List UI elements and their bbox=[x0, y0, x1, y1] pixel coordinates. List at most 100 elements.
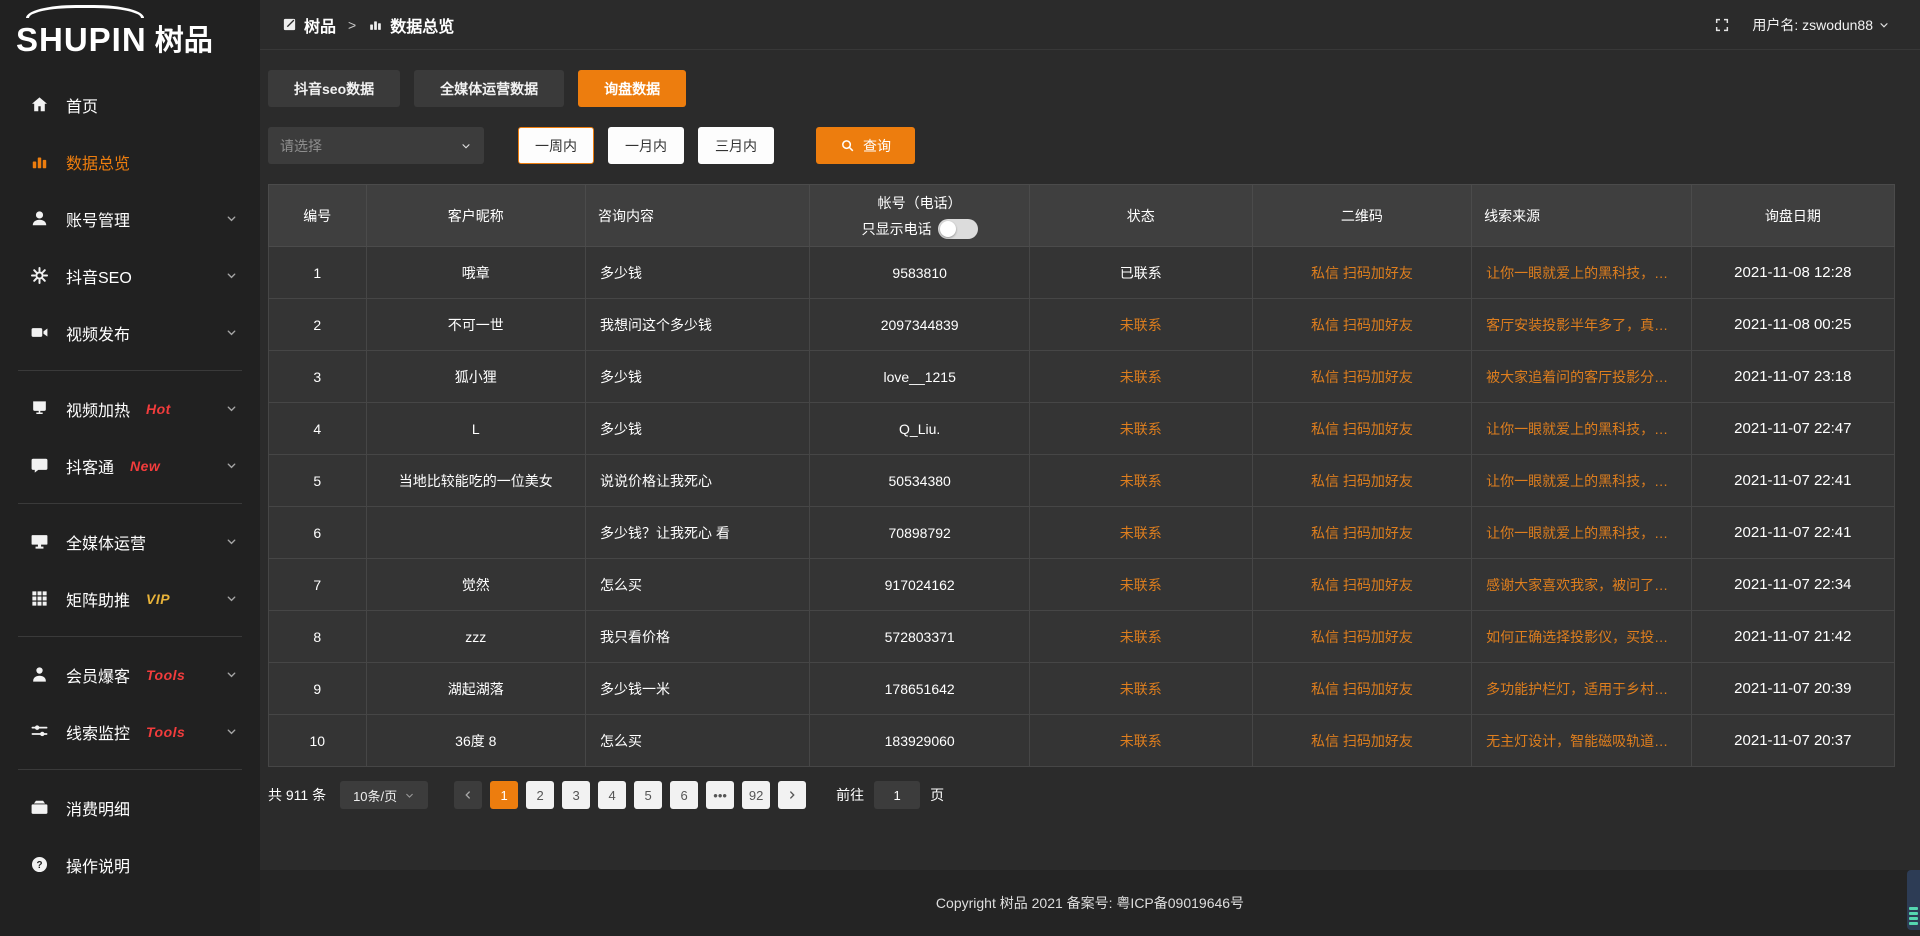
column-header-account-title: 帐号（电话） bbox=[822, 193, 1017, 213]
chevron-down-icon bbox=[225, 402, 238, 415]
page-button-3[interactable]: 3 bbox=[562, 781, 590, 809]
sidebar-item-lead-monitoring[interactable]: 线索监控Tools bbox=[0, 703, 260, 760]
page-button-92[interactable]: 92 bbox=[742, 781, 770, 809]
sidebar-item-account-management[interactable]: 账号管理 bbox=[0, 190, 260, 247]
breadcrumb-separator: > bbox=[348, 17, 356, 33]
column-header-status: 状态 bbox=[1029, 185, 1252, 247]
query-button-label: 查询 bbox=[863, 136, 891, 156]
sidebar-item-data-overview[interactable]: 数据总览 bbox=[0, 133, 260, 190]
search-icon bbox=[840, 138, 855, 153]
prev-page-button[interactable] bbox=[454, 781, 482, 809]
next-page-button[interactable] bbox=[778, 781, 806, 809]
cell-qrcode[interactable]: 私信 扫码加好友 bbox=[1252, 663, 1472, 715]
cell-source[interactable]: 被大家追着问的客厅投影分享... bbox=[1472, 351, 1692, 403]
goto-page-input[interactable] bbox=[874, 781, 920, 809]
page-button-4[interactable]: 4 bbox=[598, 781, 626, 809]
page-ellipsis-button[interactable]: ••• bbox=[706, 781, 734, 809]
goto-label: 前往 bbox=[836, 785, 864, 805]
cell-nickname: 狐小狸 bbox=[366, 351, 586, 403]
page-button-2[interactable]: 2 bbox=[526, 781, 554, 809]
cell-source[interactable]: 让你一眼就爱上的黑科技，能... bbox=[1472, 507, 1692, 559]
sidebar-item-consumption-detail[interactable]: 消费明细 bbox=[0, 779, 260, 836]
cell-qrcode[interactable]: 私信 扫码加好友 bbox=[1252, 351, 1472, 403]
main-column: 树品 > 数据总览 用户名: zswodun88 抖音seo数据 全媒体运营数据… bbox=[260, 0, 1920, 936]
sidebar-item-label: 视频发布 bbox=[66, 321, 130, 345]
cell-nickname: 36度 8 bbox=[366, 715, 586, 767]
sidebar-item-member-baoke[interactable]: 会员爆客Tools bbox=[0, 646, 260, 703]
range-one-month-button[interactable]: 一月内 bbox=[608, 127, 684, 164]
cell-date: 2021-11-07 20:39 bbox=[1691, 663, 1894, 715]
phone-only-toggle[interactable] bbox=[938, 219, 978, 239]
cell-qrcode[interactable]: 私信 扫码加好友 bbox=[1252, 403, 1472, 455]
tab-inquiry-data[interactable]: 询盘数据 bbox=[578, 70, 686, 107]
cell-qrcode[interactable]: 私信 扫码加好友 bbox=[1252, 715, 1472, 767]
user-icon bbox=[30, 209, 49, 228]
sidebar: SHUPIN 树品 首页数据总览账号管理抖音SEO 视频发布视频加热Hot抖客通N… bbox=[0, 0, 260, 936]
page-button-6[interactable]: 6 bbox=[670, 781, 698, 809]
cell-status: 未联系 bbox=[1029, 507, 1252, 559]
cell-status: 未联系 bbox=[1029, 715, 1252, 767]
cell-date: 2021-11-07 20:37 bbox=[1691, 715, 1894, 767]
cell-status: 未联系 bbox=[1029, 403, 1252, 455]
cell-nickname: 觉然 bbox=[366, 559, 586, 611]
sidebar-item-douyin-seo[interactable]: 抖音SEO bbox=[0, 247, 260, 304]
sidebar-item-operation-guide[interactable]: ?操作说明 bbox=[0, 836, 260, 893]
tab-omnimedia-data[interactable]: 全媒体运营数据 bbox=[414, 70, 564, 107]
cell-source[interactable]: 如何正确选择投影仪，买投影... bbox=[1472, 611, 1692, 663]
chevron-right-icon bbox=[786, 789, 798, 801]
tab-douyin-seo-data[interactable]: 抖音seo数据 bbox=[268, 70, 400, 107]
cell-source[interactable]: 让你一眼就爱上的黑科技，能... bbox=[1472, 455, 1692, 507]
chevron-down-icon bbox=[225, 725, 238, 738]
sidebar-item-video-publish[interactable]: 视频发布 bbox=[0, 304, 260, 361]
cell-source[interactable]: 多功能护栏灯，适用于乡村文... bbox=[1472, 663, 1692, 715]
table-header-row: 编号 客户昵称 咨询内容 帐号（电话） 只显示电话 状态 二维码 线索来源 bbox=[269, 185, 1895, 247]
user-menu[interactable]: 用户名: zswodun88 bbox=[1752, 15, 1890, 35]
cell-status: 未联系 bbox=[1029, 299, 1252, 351]
cell-source[interactable]: 客厅安装投影半年多了，真实... bbox=[1472, 299, 1692, 351]
floating-widget[interactable] bbox=[1907, 870, 1920, 930]
cell-content: 怎么买 bbox=[586, 559, 810, 611]
topbar-right: 用户名: zswodun88 bbox=[1714, 15, 1890, 35]
fullscreen-icon[interactable] bbox=[1714, 17, 1730, 33]
cell-no: 3 bbox=[269, 351, 367, 403]
monitor-icon bbox=[30, 532, 49, 551]
cell-source[interactable]: 让你一眼就爱上的黑科技，能... bbox=[1472, 403, 1692, 455]
sidebar-divider bbox=[18, 503, 242, 504]
filter-select[interactable]: 请选择 bbox=[268, 127, 484, 164]
cell-source[interactable]: 无主灯设计，智能磁吸轨道灯... bbox=[1472, 715, 1692, 767]
cell-source[interactable]: 感谢大家喜欢我家，被问了好... bbox=[1472, 559, 1692, 611]
sidebar-item-douketong[interactable]: 抖客通New bbox=[0, 437, 260, 494]
table-row: 5当地比较能吃的一位美女说说价格让我死心50534380未联系私信 扫码加好友让… bbox=[269, 455, 1895, 507]
range-three-months-button[interactable]: 三月内 bbox=[698, 127, 774, 164]
range-one-week-button[interactable]: 一周内 bbox=[518, 127, 594, 164]
cell-qrcode[interactable]: 私信 扫码加好友 bbox=[1252, 299, 1472, 351]
sidebar-item-home[interactable]: 首页 bbox=[0, 76, 260, 133]
cell-qrcode[interactable]: 私信 扫码加好友 bbox=[1252, 247, 1472, 299]
cell-status: 未联系 bbox=[1029, 611, 1252, 663]
cell-qrcode[interactable]: 私信 扫码加好友 bbox=[1252, 559, 1472, 611]
cell-date: 2021-11-08 12:28 bbox=[1691, 247, 1894, 299]
cell-source[interactable]: 让你一眼就爱上的黑科技，能... bbox=[1472, 247, 1692, 299]
column-header-date: 询盘日期 bbox=[1691, 185, 1894, 247]
column-header-qrcode: 二维码 bbox=[1252, 185, 1472, 247]
cell-qrcode[interactable]: 私信 扫码加好友 bbox=[1252, 507, 1472, 559]
sidebar-item-badge: Hot bbox=[146, 401, 171, 417]
cell-qrcode[interactable]: 私信 扫码加好友 bbox=[1252, 611, 1472, 663]
per-page-select[interactable]: 10条/页 bbox=[340, 781, 428, 809]
username-label: 用户名: zswodun88 bbox=[1752, 15, 1873, 35]
query-button[interactable]: 查询 bbox=[816, 127, 915, 164]
table-row: 1哦章多少钱9583810已联系私信 扫码加好友让你一眼就爱上的黑科技，能...… bbox=[269, 247, 1895, 299]
sidebar-item-omnimedia-operation[interactable]: 全媒体运营 bbox=[0, 513, 260, 570]
goto-unit-label: 页 bbox=[930, 785, 944, 805]
cell-status: 未联系 bbox=[1029, 663, 1252, 715]
breadcrumb-item-home[interactable]: 树品 bbox=[304, 13, 336, 37]
sidebar-item-matrix-boost[interactable]: 矩阵助推VIP bbox=[0, 570, 260, 627]
page-button-1[interactable]: 1 bbox=[490, 781, 518, 809]
sidebar-divider bbox=[18, 370, 242, 371]
sidebar-nav: 首页数据总览账号管理抖音SEO 视频发布视频加热Hot抖客通New 全媒体运营矩阵助… bbox=[0, 64, 260, 893]
sidebar-item-video-heating[interactable]: 视频加热Hot bbox=[0, 380, 260, 437]
cell-qrcode[interactable]: 私信 扫码加好友 bbox=[1252, 455, 1472, 507]
member-icon bbox=[30, 665, 49, 684]
page-button-5[interactable]: 5 bbox=[634, 781, 662, 809]
brand-logo[interactable]: SHUPIN 树品 bbox=[0, 0, 260, 64]
